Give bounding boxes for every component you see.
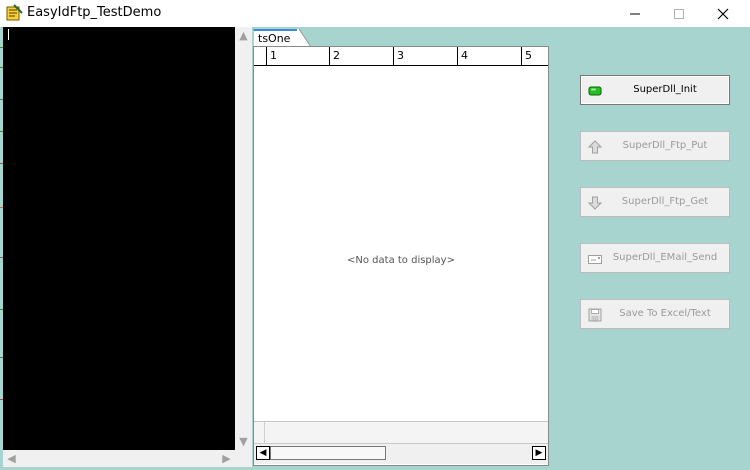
row-indicator-header <box>254 47 267 65</box>
close-button[interactable] <box>700 0 746 27</box>
button-label: SuperDll_Init <box>633 84 697 95</box>
grid-footer <box>254 421 548 444</box>
close-icon <box>717 8 729 19</box>
button-label: SuperDll_EMail_Send <box>612 252 718 263</box>
log-memo[interactable] <box>3 27 235 450</box>
data-grid[interactable]: 1 2 3 4 5 <No data to display> ◀ ▶ <box>253 46 549 466</box>
empty-grid-message: <No data to display> <box>347 255 455 266</box>
memo-vertical-scrollbar[interactable]: ▲ ▼ <box>235 27 252 450</box>
minimize-button[interactable] <box>612 0 658 27</box>
superdll-init-button[interactable]: SuperDll_Init <box>580 75 730 105</box>
button-label: SuperDll_Ftp_Put <box>622 140 708 151</box>
grid-scroll-left-icon[interactable]: ◀ <box>256 446 270 460</box>
download-arrow-icon <box>588 196 602 210</box>
scroll-right-arrow-icon[interactable]: ▶ <box>218 450 235 467</box>
scroll-down-arrow-icon[interactable]: ▼ <box>235 433 252 450</box>
tab-label: tsOne <box>258 32 291 45</box>
maximize-icon <box>674 8 684 19</box>
title-bar: EasyIdFtp_TestDemo <box>0 0 750 27</box>
window-title: EasyIdFtp_TestDemo <box>27 5 162 20</box>
maximize-button[interactable] <box>656 0 702 27</box>
memo-horizontal-scrollbar[interactable]: ◀ ▶ <box>3 450 252 467</box>
tab-edge <box>297 29 311 47</box>
column-header[interactable]: 5 <box>522 47 548 65</box>
button-label: Save To Excel/Text <box>619 308 711 319</box>
grid-horizontal-scrollbar[interactable]: ◀ ▶ <box>254 443 548 464</box>
grid-scroll-thumb[interactable] <box>270 446 386 460</box>
scroll-up-arrow-icon[interactable]: ▲ <box>235 27 252 44</box>
button-label: SuperDll_Ftp_Get <box>621 196 709 207</box>
column-header[interactable]: 2 <box>330 47 394 65</box>
grid-header: 1 2 3 4 5 <box>254 47 548 66</box>
column-header[interactable]: 3 <box>394 47 458 65</box>
floppy-disk-icon <box>588 308 602 322</box>
app-icon <box>6 4 23 21</box>
save-to-excel-text-button[interactable]: Save To Excel/Text <box>580 299 730 329</box>
client-area: ▲ ▼ ◀ ▶ tsOne 1 2 3 4 5 <No data to disp… <box>0 27 750 470</box>
email-icon <box>588 255 602 264</box>
superdll-ftp-get-button[interactable]: SuperDll_Ftp_Get <box>580 187 730 217</box>
green-led-icon <box>588 86 602 96</box>
upload-arrow-icon <box>588 140 602 154</box>
column-header[interactable]: 4 <box>458 47 522 65</box>
superdll-email-send-button[interactable]: SuperDll_EMail_Send <box>580 243 730 273</box>
column-header[interactable]: 1 <box>267 47 330 65</box>
minimize-icon <box>630 13 640 14</box>
text-caret <box>8 29 9 40</box>
grid-scroll-right-icon[interactable]: ▶ <box>532 446 546 460</box>
superdll-ftp-put-button[interactable]: SuperDll_Ftp_Put <box>580 131 730 161</box>
scroll-left-arrow-icon[interactable]: ◀ <box>3 450 20 467</box>
memo-edge-marks <box>0 27 3 450</box>
